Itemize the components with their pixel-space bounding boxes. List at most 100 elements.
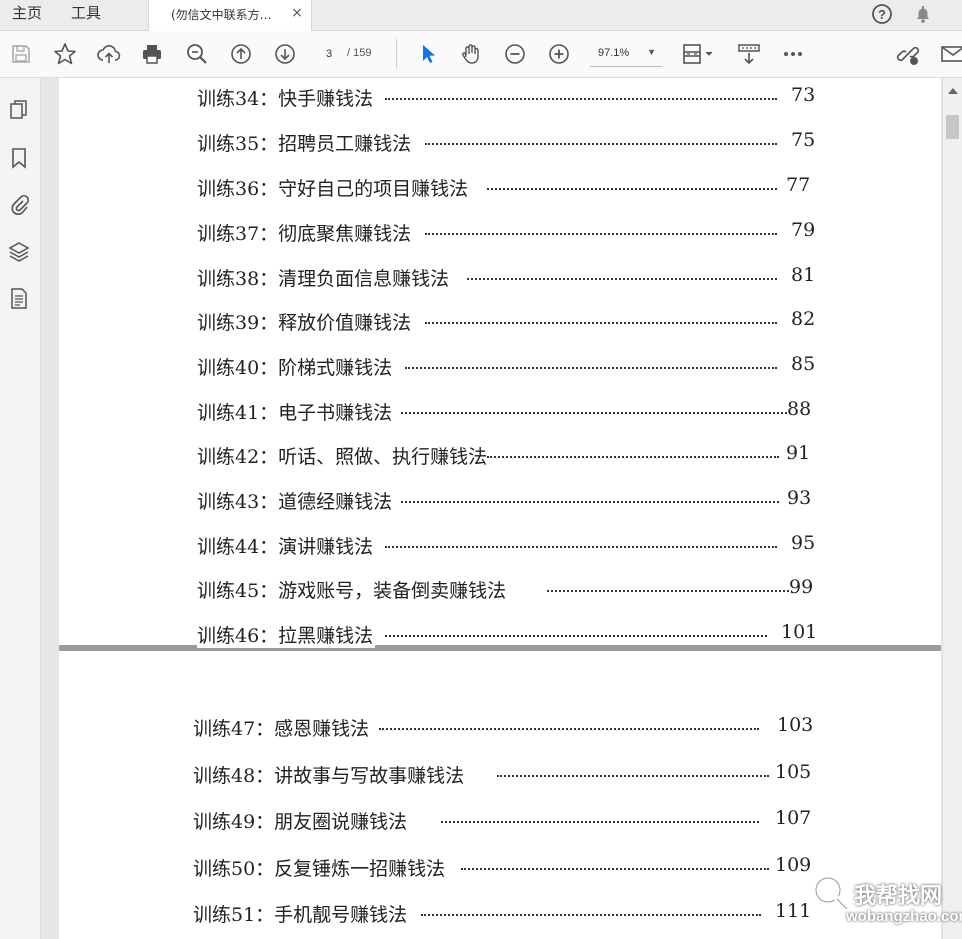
toc-entry-page: 88	[787, 398, 812, 420]
watermark-logo: 我帮找网 wobangzhao.com	[806, 864, 962, 939]
toc-leader-dots	[385, 98, 777, 100]
toc-leader-dots	[401, 412, 787, 414]
close-tab-icon[interactable]: ×	[289, 4, 305, 22]
toc-entry[interactable]: 训练48：讲故事与写故事赚钱法 105	[193, 761, 812, 791]
toc-entry-title: 训练34：快手赚钱法	[197, 84, 376, 111]
tab-bar: 主页 工具 (勿信文中联系方… × ?	[0, 0, 962, 31]
toc-entry[interactable]: 训练45：游戏账号，装备倒卖赚钱法 99	[197, 576, 815, 606]
toc-entry-page: 101	[781, 621, 818, 643]
print-icon[interactable]	[139, 41, 165, 67]
toc-leader-dots	[405, 367, 777, 369]
current-page-input[interactable]	[315, 43, 343, 65]
toc-entry-title: 训练43：道德经赚钱法	[197, 487, 395, 514]
watermark-text-cn: 我帮找网	[854, 884, 943, 909]
more-options-icon[interactable]	[780, 41, 806, 67]
toc-leader-dots	[467, 278, 777, 280]
toc-leader-dots	[421, 914, 761, 916]
navigation-pane	[0, 78, 41, 939]
notification-bell-icon[interactable]	[911, 2, 935, 26]
toc-entry[interactable]: 训练49：朋友圈说赚钱法 107	[193, 807, 812, 837]
toc-entry[interactable]: 训练47：感恩赚钱法 103	[193, 714, 814, 744]
scroll-mode-icon[interactable]	[736, 41, 762, 67]
toc-entry[interactable]: 训练38：清理负面信息赚钱法 81	[197, 264, 816, 294]
toc-entry[interactable]: 训练39：释放价值赚钱法 82	[197, 308, 816, 338]
zoom-out-icon[interactable]	[502, 41, 528, 67]
bookmark-star-icon[interactable]	[52, 41, 78, 67]
bookmarks-panel-icon[interactable]	[8, 146, 30, 170]
toc-entry[interactable]: 训练42：听话、照做、执行赚钱法 91	[197, 442, 815, 472]
toc-entry[interactable]: 训练34：快手赚钱法 73	[197, 84, 816, 114]
toc-leader-dots	[401, 501, 779, 503]
cloud-upload-icon[interactable]	[96, 41, 122, 67]
toc-leader-dots	[547, 590, 789, 592]
zoom-search-icon[interactable]	[184, 41, 210, 67]
toc-entry-page: 103	[777, 714, 814, 736]
toc-leader-dots	[497, 775, 769, 777]
toc-entry[interactable]: 训练40：阶梯式赚钱法 85	[197, 353, 816, 383]
toc-entry[interactable]: 训练35：招聘员工赚钱法 75	[197, 129, 816, 159]
toc-entry-title: 训练47：感恩赚钱法	[193, 714, 372, 741]
tab-tools[interactable]: 工具	[71, 0, 101, 30]
toc-entry-title: 训练42：听话、照做、执行赚钱法	[197, 442, 490, 469]
email-icon[interactable]	[940, 41, 962, 67]
toc-leader-dots	[425, 233, 777, 235]
toc-entry-title: 训练49：朋友圈说赚钱法	[193, 807, 410, 834]
toc-entry-title: 训练35：招聘员工赚钱法	[197, 129, 414, 156]
previous-page-icon[interactable]	[228, 41, 254, 67]
toolbar: / 159 97.1% ▼	[0, 31, 962, 78]
toc-entry-title: 训练41：电子书赚钱法	[197, 398, 395, 425]
toc-entry[interactable]: 训练51：手机靓号赚钱法 111	[193, 900, 812, 930]
document-properties-icon[interactable]	[8, 286, 30, 310]
toc-entry-page: 85	[791, 353, 816, 375]
zoom-in-icon[interactable]	[546, 41, 572, 67]
toc-entry-title: 训练36：守好自己的项目赚钱法	[197, 174, 471, 201]
vertical-scrollbar[interactable]	[942, 78, 962, 939]
toc-entry[interactable]: 训练37：彻底聚焦赚钱法 79	[197, 219, 816, 249]
toc-entry-page: 75	[791, 129, 816, 151]
scroll-up-arrow-icon[interactable]	[948, 88, 958, 94]
hand-tool-icon[interactable]	[458, 41, 484, 67]
toc-entry-title: 训练44：演讲赚钱法	[197, 532, 376, 559]
help-icon[interactable]: ?	[870, 2, 894, 26]
share-link-icon[interactable]	[895, 41, 921, 67]
toc-entry[interactable]: 训练36：守好自己的项目赚钱法 77	[197, 174, 815, 204]
tab-document[interactable]: (勿信文中联系方… ×	[148, 0, 312, 31]
document-viewport[interactable]: 训练34：快手赚钱法 73 训练35：招聘员工赚钱法 75 训练36：守好自己的…	[41, 78, 942, 939]
toc-entry-page: 82	[791, 308, 816, 330]
layers-icon[interactable]	[8, 240, 30, 264]
toc-entry[interactable]: 训练50：反复锤炼一招赚钱法 109	[193, 854, 812, 884]
page-fit-icon[interactable]	[680, 41, 716, 67]
chevron-down-icon: ▼	[647, 47, 656, 57]
toc-entry-page: 81	[791, 264, 816, 286]
toc-leader-dots	[425, 143, 777, 145]
select-cursor-icon[interactable]	[414, 41, 440, 67]
toc-entry[interactable]: 训练44：演讲赚钱法 95	[197, 532, 816, 562]
toc-leader-dots	[379, 728, 759, 730]
toc-entry[interactable]: 训练41：电子书赚钱法 88	[197, 398, 815, 428]
toc-entry-title: 训练51：手机靓号赚钱法	[193, 900, 410, 927]
toc-entry-page: 99	[789, 576, 814, 598]
toc-leader-dots	[487, 188, 777, 190]
attachments-paperclip-icon[interactable]	[8, 192, 30, 216]
zoom-dropdown[interactable]: 97.1% ▼	[590, 42, 662, 67]
toc-leader-dots	[385, 635, 767, 637]
toc-entry-title: 训练48：讲故事与写故事赚钱法	[193, 761, 467, 788]
toc-entry-page: 107	[775, 807, 812, 829]
toc-entry[interactable]: 训练46：拉黑赚钱法 101	[197, 621, 818, 651]
next-page-icon[interactable]	[272, 41, 298, 67]
page-thumbnails-icon[interactable]	[8, 98, 30, 122]
toc-entry-page: 73	[791, 84, 816, 106]
svg-text:?: ?	[878, 7, 886, 22]
scrollbar-thumb[interactable]	[946, 115, 959, 139]
toc-entry[interactable]: 训练43：道德经赚钱法 93	[197, 487, 815, 517]
toc-entry-title: 训练40：阶梯式赚钱法	[197, 353, 395, 380]
save-icon[interactable]	[8, 41, 34, 67]
toc-entry-title: 训练37：彻底聚焦赚钱法	[197, 219, 414, 246]
toc-leader-dots	[487, 456, 779, 458]
total-pages-label: / 159	[347, 47, 372, 59]
tab-home[interactable]: 主页	[12, 0, 42, 30]
toc-leader-dots	[461, 868, 769, 870]
zoom-value: 97.1%	[598, 47, 630, 59]
toc-entry-page: 95	[791, 532, 816, 554]
toc-leader-dots	[425, 322, 777, 324]
